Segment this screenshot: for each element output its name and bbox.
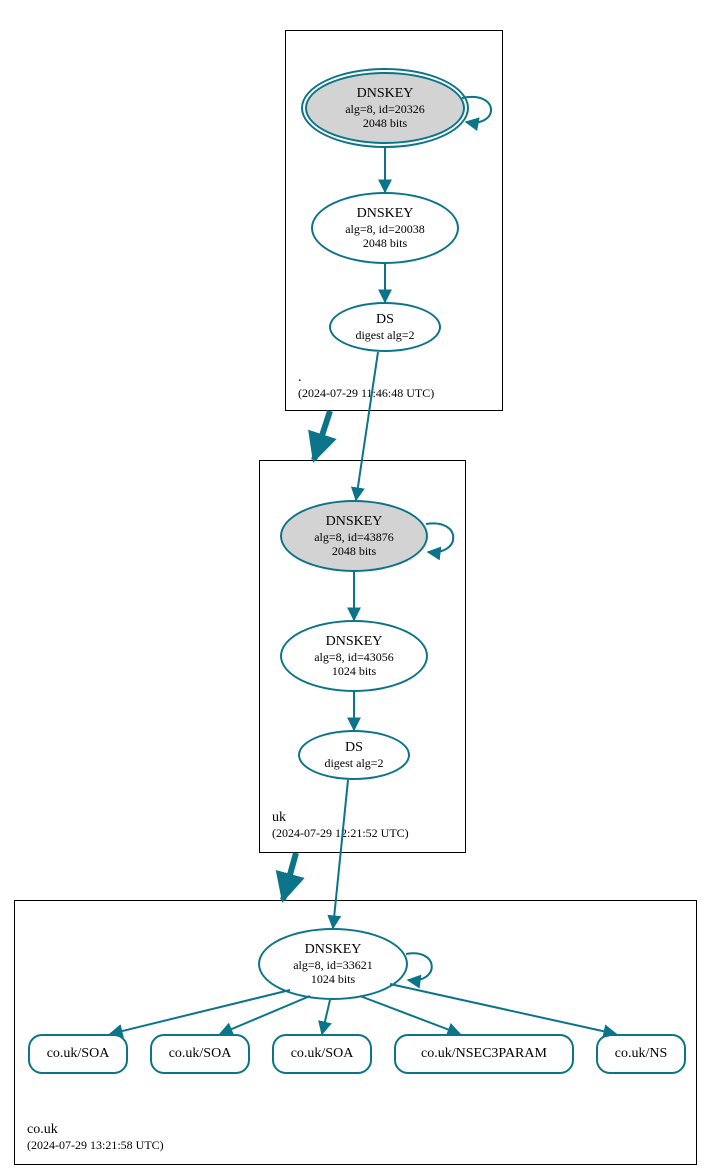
node-uk-ksk: DNSKEY alg=8, id=43876 2048 bits: [280, 500, 428, 572]
root-zsk-alg: alg=8, id=20038: [345, 222, 425, 236]
node-root-zsk: DNSKEY alg=8, id=20038 2048 bits: [311, 192, 459, 264]
node-rr-nsec3param: co.uk/NSEC3PARAM: [394, 1034, 574, 1074]
uk-zsk-title: DNSKEY: [326, 634, 383, 650]
root-zsk-title: DNSKEY: [357, 206, 414, 222]
diagram-canvas: . (2024-07-29 11:46:48 UTC) uk (2024-07-…: [0, 0, 711, 1173]
zone-label-couk: co.uk (2024-07-29 13:21:58 UTC): [27, 1122, 164, 1153]
edge-uk-zone-to-couk-zone: [283, 853, 296, 900]
zone-ts-uk: (2024-07-29 12:21:52 UTC): [272, 826, 409, 841]
node-rr-soa-2: co.uk/SOA: [150, 1034, 250, 1074]
root-zsk-bits: 2048 bits: [363, 236, 407, 250]
uk-ds-alg: digest alg=2: [324, 756, 383, 770]
node-uk-zsk: DNSKEY alg=8, id=43056 1024 bits: [280, 620, 428, 692]
couk-key-title: DNSKEY: [305, 942, 362, 958]
root-ds-alg: digest alg=2: [355, 328, 414, 342]
uk-ds-title: DS: [345, 740, 363, 756]
node-root-ds: DS digest alg=2: [329, 302, 441, 352]
uk-ksk-title: DNSKEY: [326, 514, 383, 530]
couk-key-bits: 1024 bits: [311, 972, 355, 986]
node-rr-soa-1: co.uk/SOA: [28, 1034, 128, 1074]
zone-ts-couk: (2024-07-29 13:21:58 UTC): [27, 1138, 164, 1153]
uk-zsk-alg: alg=8, id=43056: [314, 650, 394, 664]
edge-root-zone-to-uk-zone: [314, 411, 330, 460]
node-couk-key: DNSKEY alg=8, id=33621 1024 bits: [258, 928, 408, 1000]
root-ksk-bits: 2048 bits: [363, 116, 407, 130]
zone-label-uk: uk (2024-07-29 12:21:52 UTC): [272, 810, 409, 841]
zone-name-uk: uk: [272, 810, 409, 826]
node-uk-ds: DS digest alg=2: [298, 730, 410, 780]
zone-name-couk: co.uk: [27, 1122, 164, 1138]
uk-ksk-alg: alg=8, id=43876: [314, 530, 394, 544]
root-ksk-alg: alg=8, id=20326: [345, 102, 425, 116]
node-rr-soa-3: co.uk/SOA: [272, 1034, 372, 1074]
node-root-ksk: DNSKEY alg=8, id=20326 2048 bits: [305, 72, 465, 144]
zone-name-root: .: [298, 370, 434, 386]
root-ds-title: DS: [376, 312, 394, 328]
zone-ts-root: (2024-07-29 11:46:48 UTC): [298, 386, 434, 401]
uk-ksk-bits: 2048 bits: [332, 544, 376, 558]
zone-label-root: . (2024-07-29 11:46:48 UTC): [298, 370, 434, 401]
root-ksk-title: DNSKEY: [357, 86, 414, 102]
uk-zsk-bits: 1024 bits: [332, 664, 376, 678]
node-rr-ns: co.uk/NS: [596, 1034, 686, 1074]
couk-key-alg: alg=8, id=33621: [293, 958, 373, 972]
